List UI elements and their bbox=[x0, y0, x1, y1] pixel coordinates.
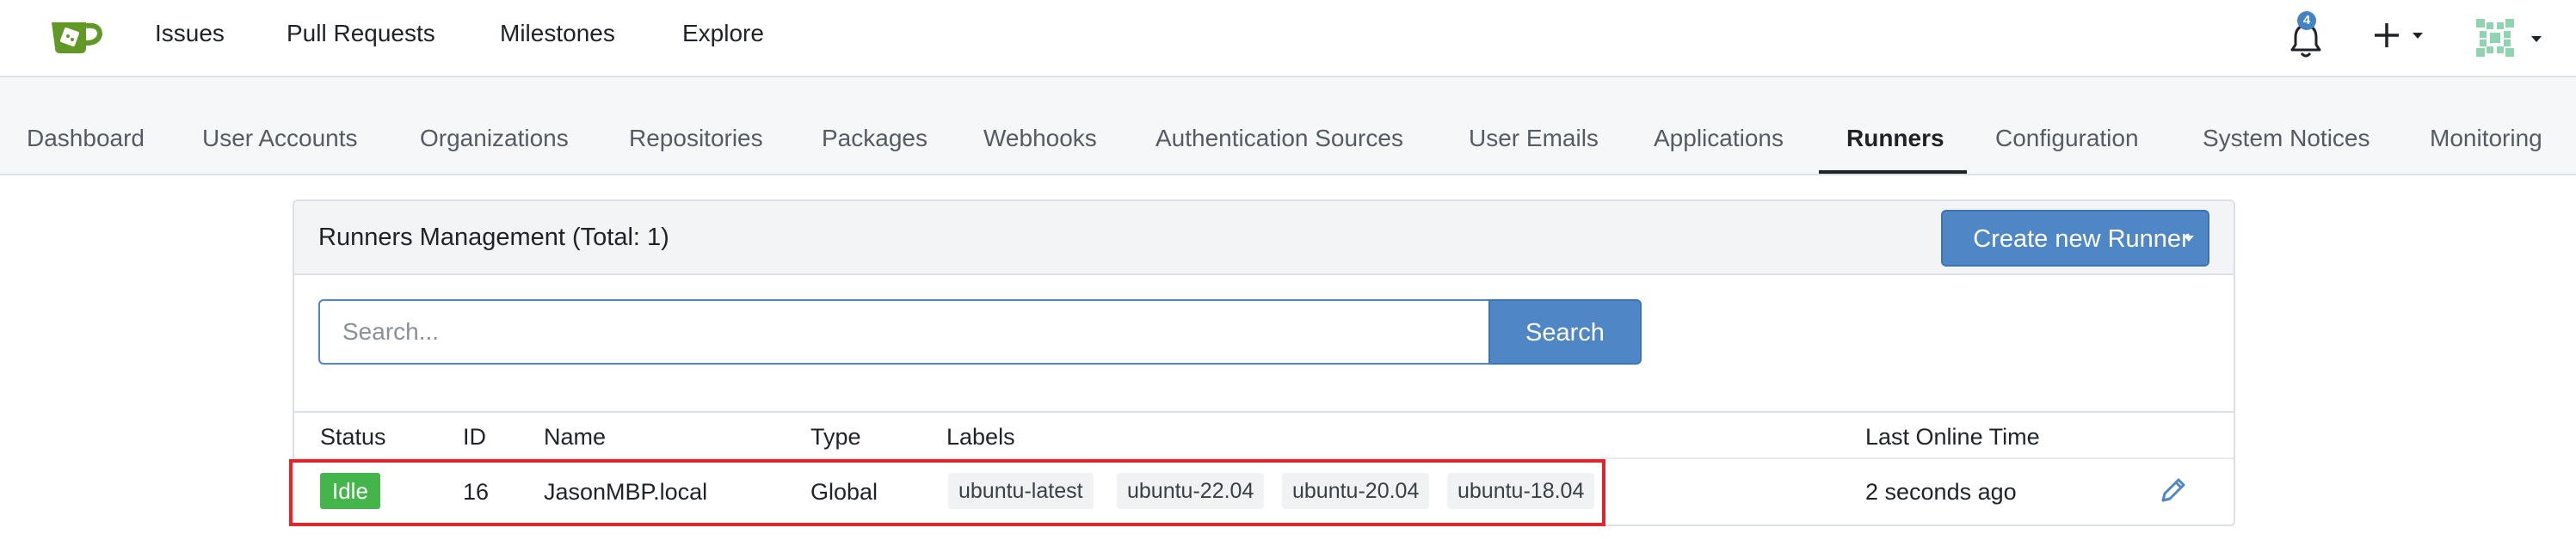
runners-panel: Runners Management (Total: 1) Create new… bbox=[293, 199, 2235, 526]
runner-id: 16 bbox=[463, 479, 490, 505]
tab-authentication-sources[interactable]: Authentication Sources bbox=[1156, 122, 1403, 155]
runner-last-online: 2 seconds ago bbox=[1865, 479, 2017, 505]
column-header-status[interactable]: Status bbox=[320, 421, 386, 452]
avatar-identicon bbox=[2473, 15, 2517, 60]
runner-label: ubuntu-20.04 bbox=[1282, 473, 1430, 509]
panel-header: Runners Management (Total: 1) Create new… bbox=[294, 201, 2234, 275]
user-avatar-menu[interactable] bbox=[2471, 14, 2550, 62]
status-badge: Idle bbox=[320, 473, 380, 509]
plus-icon bbox=[2375, 23, 2399, 47]
column-header-name[interactable]: Name bbox=[544, 421, 606, 452]
tab-user-emails[interactable]: User Emails bbox=[1469, 122, 1599, 155]
runner-type: Global bbox=[810, 479, 878, 505]
runner-name: JasonMBP.local bbox=[544, 479, 708, 505]
tab-organizations[interactable]: Organizations bbox=[420, 122, 569, 155]
admin-tabs-bar: Dashboard User Accounts Organizations Re… bbox=[0, 77, 2576, 175]
tab-user-accounts[interactable]: User Accounts bbox=[202, 122, 358, 155]
column-header-id[interactable]: ID bbox=[463, 421, 486, 452]
create-menu[interactable] bbox=[2368, 15, 2428, 55]
table-header-divider bbox=[294, 457, 2234, 459]
nav-pull-requests[interactable]: Pull Requests bbox=[287, 17, 435, 50]
tab-dashboard[interactable]: Dashboard bbox=[27, 122, 145, 155]
runner-label: ubuntu-latest bbox=[948, 473, 1094, 509]
tab-runners[interactable]: Runners bbox=[1846, 122, 1944, 155]
chevron-down-icon bbox=[2531, 36, 2542, 42]
create-new-runner-label: Create new Runner bbox=[1973, 225, 2190, 253]
column-header-last-online[interactable]: Last Online Time bbox=[1865, 421, 2040, 452]
page-title: Runners Management (Total: 1) bbox=[318, 224, 669, 251]
runner-label: ubuntu-18.04 bbox=[1447, 473, 1595, 509]
top-navbar: Issues Pull Requests Milestones Explore … bbox=[0, 0, 2576, 77]
tab-monitoring[interactable]: Monitoring bbox=[2430, 122, 2542, 155]
nav-explore[interactable]: Explore bbox=[682, 17, 764, 50]
chevron-down-icon bbox=[2184, 236, 2194, 242]
chevron-down-icon bbox=[2413, 33, 2423, 39]
nav-milestones[interactable]: Milestones bbox=[500, 17, 615, 50]
pencil-edit-icon[interactable] bbox=[2158, 475, 2189, 506]
tab-system-notices[interactable]: System Notices bbox=[2203, 122, 2370, 155]
tab-applications[interactable]: Applications bbox=[1654, 122, 1784, 155]
table-divider bbox=[294, 411, 2234, 413]
notification-count-badge: 4 bbox=[2297, 11, 2316, 30]
tab-repositories[interactable]: Repositories bbox=[629, 122, 763, 155]
column-header-type[interactable]: Type bbox=[810, 421, 861, 452]
column-header-labels: Labels bbox=[946, 424, 1015, 450]
active-tab-indicator bbox=[1819, 170, 1967, 174]
tab-webhooks[interactable]: Webhooks bbox=[983, 122, 1097, 155]
search-input[interactable] bbox=[318, 299, 1513, 365]
nav-issues[interactable]: Issues bbox=[155, 17, 225, 50]
tab-packages[interactable]: Packages bbox=[822, 122, 927, 155]
search-button[interactable]: Search bbox=[1488, 299, 1642, 365]
runner-label: ubuntu-22.04 bbox=[1117, 473, 1265, 509]
gitea-logo-icon[interactable] bbox=[48, 14, 105, 57]
tab-configuration[interactable]: Configuration bbox=[1995, 122, 2139, 155]
create-new-runner-button[interactable]: Create new Runner bbox=[1941, 210, 2209, 267]
